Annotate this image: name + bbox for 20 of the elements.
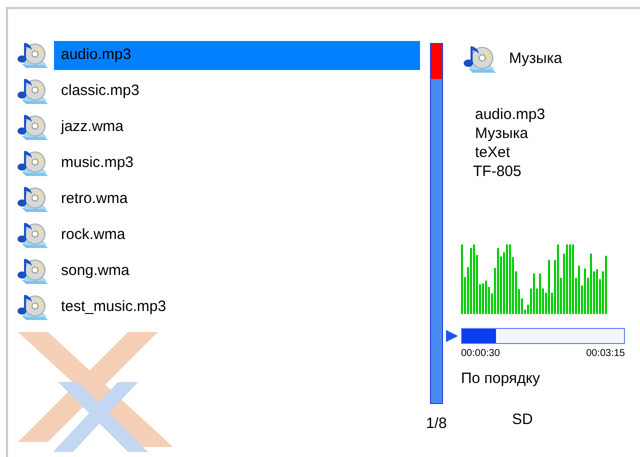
category-label: Музыка xyxy=(509,48,562,69)
track-info-text: audio.mp3 xyxy=(475,105,546,124)
file-item[interactable]: retro.wma xyxy=(54,184,420,214)
file-item[interactable]: music.mp3 xyxy=(54,148,420,178)
total-time: 00:03:15 xyxy=(586,347,625,361)
track-position: 1/8 xyxy=(426,414,447,434)
file-item[interactable]: audio.mp3 xyxy=(54,40,420,70)
elapsed-time: 00:00:30 xyxy=(461,347,500,361)
scrollbar-thumb[interactable] xyxy=(431,44,442,79)
track-info-text: Музыка xyxy=(475,124,530,143)
file-item[interactable]: song.wma xyxy=(54,256,420,286)
track-info-text: teXet xyxy=(475,143,512,162)
file-item[interactable]: classic.mp3 xyxy=(54,76,420,106)
play-mode-label: По порядку xyxy=(461,369,540,389)
file-item[interactable]: test_music.mp3 xyxy=(54,292,420,322)
file-item[interactable]: jazz.wma xyxy=(54,112,420,142)
file-item[interactable]: rock.wma xyxy=(54,220,420,250)
play-icon xyxy=(446,330,458,342)
track-info-text: TF-805 xyxy=(473,162,522,181)
storage-label: SD xyxy=(512,410,533,430)
